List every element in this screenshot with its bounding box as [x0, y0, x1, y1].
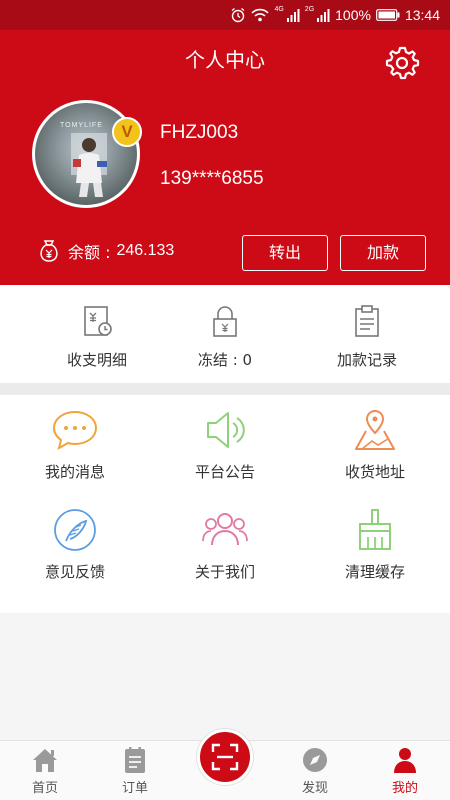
page-title: 个人中心	[185, 48, 265, 72]
grid-item-messages[interactable]: 我的消息	[0, 407, 150, 482]
nav-me[interactable]: 我的	[375, 745, 435, 796]
nav-home[interactable]: 首页	[15, 745, 75, 796]
balance-label: 余额 :	[68, 243, 111, 262]
grid-label-feedback: 意见反馈	[44, 563, 105, 581]
frozen-amount[interactable]: 冻结 : 0	[150, 303, 300, 370]
people-icon	[202, 513, 248, 546]
network-4g-label: 4G	[274, 5, 284, 13]
avatar[interactable]: TOMYLIFE V	[32, 100, 142, 208]
nav-discover[interactable]: 发现	[285, 745, 345, 796]
grid-label-messages: 我的消息	[44, 463, 105, 481]
user-icon	[394, 748, 416, 773]
balance-value: 246.133	[116, 242, 175, 259]
lock-icon	[213, 306, 237, 337]
signal-icon-2	[317, 9, 330, 22]
nav-label-discover: 发现	[301, 781, 328, 796]
feature-grid: 我的消息 平台公告 收货地址 意见反馈 关于我们 清理缓存	[0, 395, 450, 613]
network-2g-label: 2G	[304, 5, 315, 13]
home-icon	[33, 749, 57, 772]
speaker-icon	[207, 412, 245, 448]
grid-label-clear-cache: 清理缓存	[344, 563, 405, 581]
scan-icon	[211, 743, 239, 771]
scan-button[interactable]	[197, 729, 253, 785]
finance-label-2: 冻结 : 0	[197, 351, 253, 369]
receipt-clock-icon	[84, 306, 112, 336]
grid-label-address: 收货地址	[344, 463, 405, 481]
avatar-caption: TOMYLIFE	[60, 122, 103, 129]
section-divider	[0, 383, 450, 395]
clock: 13:44	[404, 7, 440, 23]
profile-header: 个人中心 TOMYLIFE V FHZJ003 139****6855 余额:…	[0, 30, 450, 285]
battery-icon	[376, 9, 400, 21]
add-funds-button[interactable]: 加款	[340, 235, 426, 271]
alarm-icon	[232, 7, 245, 23]
gear-icon[interactable]	[384, 44, 420, 80]
money-bag-icon	[40, 240, 58, 262]
status-bar: 4G 2G 100% 13:44	[0, 0, 450, 30]
grid-item-address[interactable]: 收货地址	[300, 407, 450, 482]
grid-item-announcements[interactable]: 平台公告	[150, 407, 300, 482]
add-funds-record[interactable]: 加款记录	[292, 303, 442, 370]
feather-icon	[54, 509, 96, 551]
nav-label-orders: 订单	[121, 781, 148, 796]
map-pin-icon	[355, 409, 395, 450]
nav-orders[interactable]: 订单	[105, 745, 165, 796]
wifi-icon	[251, 8, 270, 22]
finance-row: 收支明细 冻结 : 0 加款记录	[0, 285, 450, 383]
grid-item-feedback[interactable]: 意见反馈	[0, 507, 150, 582]
order-icon	[125, 747, 145, 773]
balance: 余额 : 246.133	[36, 238, 174, 264]
broom-icon	[359, 509, 391, 550]
grid-item-about-us[interactable]: 关于我们	[150, 507, 300, 582]
transfer-out-button[interactable]: 转出	[242, 235, 328, 271]
grid-label-announcements: 平台公告	[194, 463, 255, 481]
username: FHZJ003	[160, 122, 239, 143]
battery-percent: 100%	[335, 7, 371, 23]
grid-label-about-us: 关于我们	[194, 563, 255, 581]
message-icon	[52, 410, 98, 450]
signal-icon	[286, 9, 300, 22]
finance-label-3: 加款记录	[336, 351, 397, 369]
grid-item-clear-cache[interactable]: 清理缓存	[300, 507, 450, 582]
phone-number: 139****6855	[160, 168, 264, 189]
screen: 4G 2G 100% 13:44 个人中心 TOMYLIFE V FHZJ003…	[0, 0, 450, 800]
nav-label-home: 首页	[31, 781, 58, 796]
compass-icon	[303, 748, 327, 772]
nav-label-me: 我的	[391, 781, 418, 796]
clipboard-icon	[355, 305, 379, 337]
vip-badge: V	[112, 117, 142, 147]
